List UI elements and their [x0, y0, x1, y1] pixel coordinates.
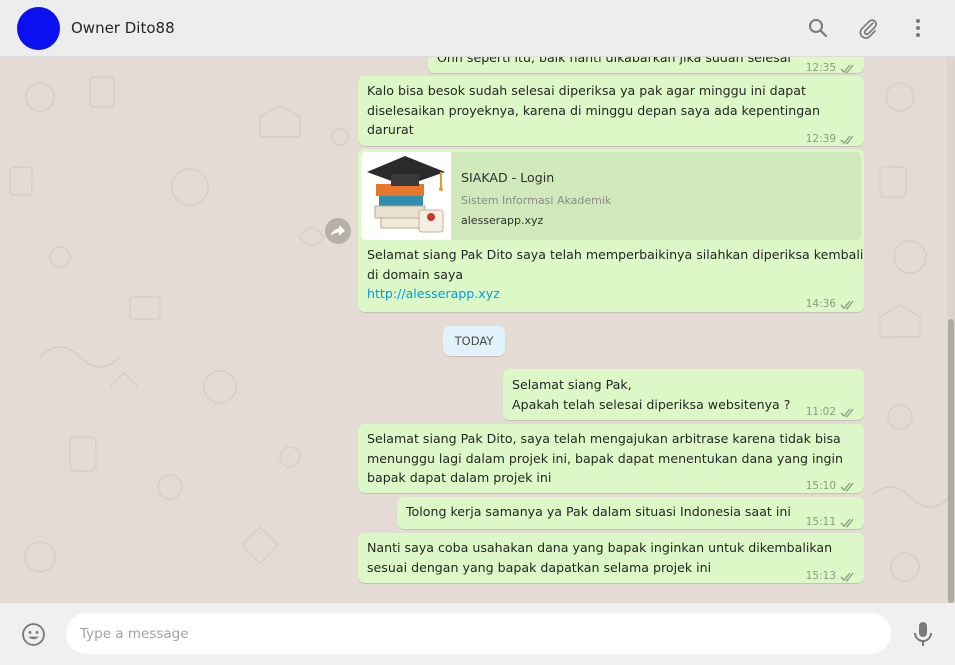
chat-scrollbar[interactable]	[947, 57, 955, 603]
message-meta: 15:10	[806, 477, 856, 497]
message-bubble[interactable]: Selamat siang Pak Dito, saya telah menga…	[358, 424, 864, 493]
message-meta: 15:11	[806, 513, 856, 533]
message-bubble-with-preview[interactable]: SIAKAD - Login Sistem Informasi Akademik…	[358, 149, 864, 312]
composer-bar	[0, 603, 955, 665]
message-time: 14:36	[805, 298, 836, 310]
contact-name[interactable]: Owner Dito88	[71, 19, 175, 37]
menu-icon[interactable]	[906, 16, 930, 40]
message-bubble[interactable]: Selamat siang Pak, Apakah telah selesai …	[503, 369, 864, 420]
double-check-icon	[840, 408, 854, 418]
chat-area[interactable]: Ohh seperti itu, baik nanti dikabarkan j…	[0, 57, 955, 603]
emoji-icon[interactable]	[21, 622, 46, 647]
day-divider: TODAY	[443, 326, 505, 356]
message-time: 15:13	[805, 570, 836, 582]
double-check-icon	[840, 518, 854, 528]
avatar[interactable]	[17, 7, 60, 50]
message-text: Selamat siang Pak Dito, saya telah menga…	[367, 431, 843, 485]
message-bubble[interactable]: Ohh seperti itu, baik nanti dikabarkan j…	[428, 57, 864, 74]
double-check-icon	[840, 572, 854, 582]
preview-title: SIAKAD - Login	[461, 170, 555, 185]
graduation-cap-books-image	[361, 152, 451, 240]
message-bubble[interactable]: Tolong kerja samanya ya Pak dalam situas…	[397, 497, 864, 529]
preview-subtitle: Sistem Informasi Akademik	[461, 194, 612, 207]
preview-domain: alesserapp.xyz	[461, 214, 544, 227]
chat-scrollbar-thumb[interactable]	[948, 319, 954, 603]
message-input[interactable]	[66, 613, 891, 654]
microphone-icon[interactable]	[912, 621, 934, 647]
chat-header: Owner Dito88	[0, 0, 955, 57]
forward-icon[interactable]	[325, 218, 351, 244]
message-text: Kalo bisa besok sudah selesai diperiksa …	[367, 83, 820, 137]
message-text: Nanti saya coba usahakan dana yang bapak…	[367, 540, 833, 575]
message-link[interactable]: http://alesserapp.xyz	[367, 284, 500, 304]
double-check-icon	[840, 64, 854, 74]
message-bubble[interactable]: Nanti saya coba usahakan dana yang bapak…	[358, 533, 864, 583]
message-bubble[interactable]: Kalo bisa besok sudah selesai diperiksa …	[358, 76, 864, 146]
message-meta: 15:13	[806, 567, 856, 587]
message-meta: 14:36	[806, 295, 856, 315]
message-text: Selamat siang Pak Dito saya telah memper…	[367, 247, 864, 282]
search-icon[interactable]	[806, 16, 830, 40]
link-preview[interactable]: SIAKAD - Login Sistem Informasi Akademik…	[361, 152, 861, 240]
message-time: 15:11	[805, 516, 836, 528]
message-time: 11:02	[805, 406, 836, 418]
message-text: Selamat siang Pak, Apakah telah selesai …	[512, 377, 791, 412]
message-text: Ohh seperti itu, baik nanti dikabarkan j…	[437, 57, 791, 65]
message-time: 15:10	[805, 480, 836, 492]
message-meta: 12:39	[806, 130, 856, 150]
attach-icon[interactable]	[856, 16, 880, 40]
double-check-icon	[840, 300, 854, 310]
double-check-icon	[840, 135, 854, 145]
message-time: 12:39	[805, 133, 836, 145]
double-check-icon	[840, 482, 854, 492]
message-meta: 11:02	[806, 403, 856, 423]
message-text: Tolong kerja samanya ya Pak dalam situas…	[406, 504, 791, 519]
